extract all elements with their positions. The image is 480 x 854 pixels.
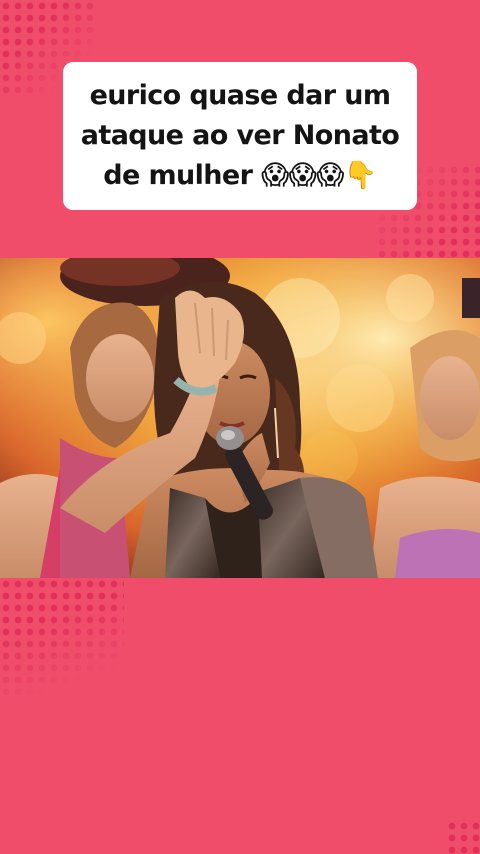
- decorative-dot-pattern-bottom-right: [446, 820, 480, 854]
- video-still: [0, 258, 480, 578]
- caption-card: eurico quase dar um ataque ao ver Nonato…: [63, 62, 417, 210]
- decorative-dot-pattern-bottom-left: [0, 578, 124, 698]
- caption-text: eurico quase dar um ataque ao ver Nonato…: [80, 80, 400, 191]
- video-frame[interactable]: [0, 258, 480, 578]
